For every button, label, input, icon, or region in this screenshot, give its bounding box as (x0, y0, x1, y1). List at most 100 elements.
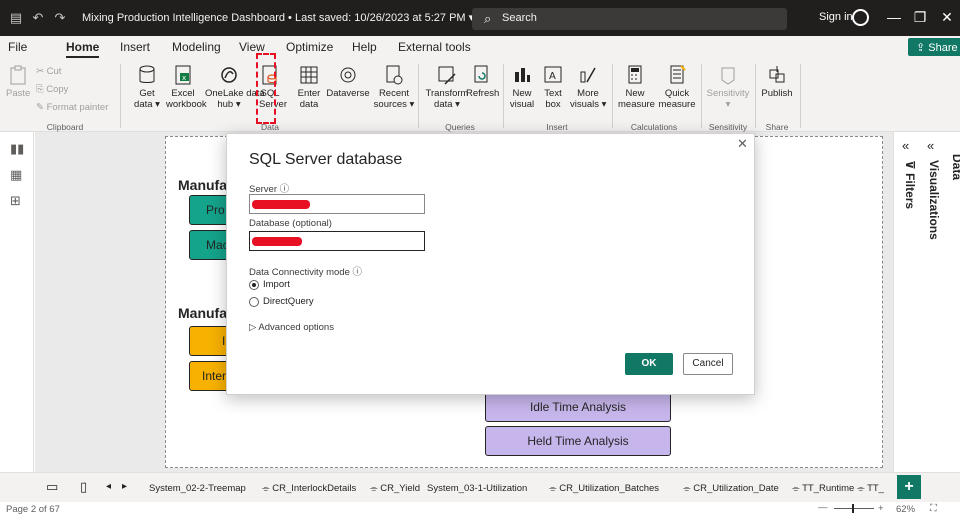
advanced-options-toggle[interactable]: ▷ Advanced options (249, 322, 334, 333)
directquery-radio[interactable] (249, 297, 259, 307)
sign-in-link[interactable]: Sign in (819, 11, 853, 23)
server-field[interactable] (249, 194, 425, 214)
share-button[interactable]: ⇪ Share (908, 38, 960, 56)
tab-view[interactable]: View (239, 40, 265, 54)
dataverse-icon (340, 67, 356, 83)
queries-group-label: Queries (445, 122, 475, 132)
recent-sources-label: Recent sources ▾ (373, 88, 415, 110)
database-icon (139, 65, 155, 83)
more-visuals-button[interactable]: More visuals ▾ (570, 64, 606, 110)
share-group-label: Share (765, 122, 789, 132)
save-icon[interactable]: ▤ (8, 10, 24, 26)
svg-text:A: A (549, 71, 556, 82)
tab-file[interactable]: File (8, 40, 27, 54)
insert-group-label: Insert (546, 122, 568, 132)
publish-button[interactable]: Publish (760, 64, 794, 99)
page-tab-label: CR_InterlockDetails (272, 483, 357, 494)
page-tab[interactable]: ⌯ TT_ (857, 483, 884, 494)
page-tab[interactable]: System_02-2-Treemap (149, 483, 246, 494)
zoom-in-icon[interactable]: + (878, 503, 884, 514)
quick-measure-icon (670, 65, 686, 84)
excel-label: Excel workbook (166, 88, 207, 110)
cancel-button[interactable]: Cancel (683, 353, 733, 375)
zoom-out-icon[interactable]: — (818, 502, 828, 513)
copy-button[interactable]: ⎘ Copy (36, 84, 68, 95)
prev-page-icon[interactable]: ◂ (106, 481, 111, 492)
fit-to-page-icon[interactable]: ⛶ (930, 503, 937, 514)
import-radio[interactable] (249, 280, 259, 290)
paste-button[interactable]: Paste (6, 64, 30, 99)
format-painter-button[interactable]: ✎ Format painter (36, 102, 108, 113)
directquery-label[interactable]: DirectQuery (263, 296, 314, 307)
page-tab[interactable]: System_03-1-Utilization (427, 483, 527, 494)
new-measure-label: New measure (618, 88, 655, 110)
tab-home[interactable]: Home (66, 40, 100, 58)
ribbon-separator (701, 64, 702, 128)
recent-sources-button[interactable]: Recent sources ▾ (372, 64, 416, 110)
get-data-button[interactable]: Get data ▾ (133, 64, 161, 110)
avatar-icon[interactable] (852, 9, 869, 26)
undo-icon[interactable]: ↶ (30, 10, 46, 26)
add-page-button[interactable]: + (897, 475, 921, 499)
next-page-icon[interactable]: ▸ (122, 481, 127, 492)
search-box[interactable]: ⌕ Search (472, 8, 787, 30)
tab-optimize[interactable]: Optimize (286, 40, 333, 54)
ribbon-separator (755, 64, 756, 128)
tab-help[interactable]: Help (352, 40, 377, 54)
tab-modeling[interactable]: Modeling (172, 40, 221, 54)
report-view-icon[interactable]: ▮▮ (10, 142, 24, 156)
redacted-database (252, 237, 302, 246)
minimize-icon[interactable]: — (884, 9, 904, 25)
page-tab[interactable]: ⌯ CR_Utilization_Batches (549, 483, 659, 494)
transform-data-button[interactable]: Transform data ▾ (424, 64, 470, 110)
more-visuals-icon (580, 67, 596, 83)
redo-icon[interactable]: ↷ (52, 10, 68, 26)
restore-icon[interactable]: ❐ (910, 9, 930, 26)
excel-button[interactable]: x Excel workbook (166, 64, 207, 110)
ok-button[interactable]: OK (625, 353, 673, 375)
zoom-slider[interactable] (834, 508, 874, 509)
close-icon[interactable]: ✕ (737, 136, 748, 152)
page-tab[interactable]: ⌯ TT_Runtime (792, 483, 854, 494)
section-title-1: Manufa (178, 177, 227, 193)
ribbon-separator (503, 64, 504, 128)
collapse-visualizations-icon[interactable]: « (927, 138, 934, 153)
database-field[interactable] (249, 231, 425, 251)
text-box-button[interactable]: A Text box (540, 64, 566, 110)
enter-data-button[interactable]: Enter data (296, 64, 322, 110)
tab-external-tools[interactable]: External tools (398, 40, 471, 54)
desktop-view-icon[interactable]: ▭ (46, 479, 58, 495)
menu-bar: File Home Insert Modeling View Optimize … (0, 36, 960, 58)
page-tab[interactable]: ⌯ CR_InterlockDetails (262, 483, 356, 494)
quick-measure-button[interactable]: Quick measure (658, 64, 696, 110)
held-time-analysis-button[interactable]: Held Time Analysis (485, 426, 671, 456)
zoom-slider-thumb[interactable] (852, 504, 854, 513)
data-pane-label[interactable]: Data (950, 154, 960, 180)
ribbon-separator (418, 64, 419, 128)
dataverse-label: Dataverse (326, 88, 370, 99)
refresh-button[interactable]: Refresh (466, 64, 499, 99)
close-window-icon[interactable]: ✕ (937, 9, 957, 26)
idle-time-analysis-button[interactable]: Idle Time Analysis (485, 392, 671, 422)
page-tab[interactable]: ⌯ CR_Yield (370, 483, 420, 494)
cut-button[interactable]: ✂ Cut (36, 66, 61, 77)
new-measure-button[interactable]: New measure (618, 64, 655, 110)
window-title[interactable]: Mixing Production Intelligence Dashboard… (82, 11, 474, 24)
new-visual-button[interactable]: New visual (508, 64, 536, 110)
collapse-filters-icon[interactable]: « (902, 138, 909, 153)
table-view-icon[interactable]: ▦ (10, 168, 24, 182)
get-data-label: Get data ▾ (134, 88, 160, 110)
dataverse-button[interactable]: Dataverse (326, 64, 370, 99)
page-tab[interactable]: ⌯ CR_Utilization_Date (683, 483, 779, 494)
import-label[interactable]: Import (263, 279, 290, 290)
ribbon: Paste ✂ Cut ⎘ Copy ✎ Format painter Clip… (0, 58, 960, 132)
sensitivity-button[interactable]: Sensitivity ▾ (706, 64, 750, 110)
onelake-button[interactable]: OneLake data hub ▾ (205, 64, 265, 110)
visualizations-pane-label[interactable]: Visualizations (927, 160, 941, 240)
model-view-icon[interactable]: ⊞ (10, 194, 24, 208)
mobile-view-icon[interactable]: ▯ (80, 479, 87, 495)
filters-pane-label[interactable]: ⊽ Filters (903, 160, 917, 209)
more-visuals-label: More visuals ▾ (570, 88, 607, 110)
tab-insert[interactable]: Insert (120, 40, 150, 54)
connectivity-mode-label: Data Connectivity mode ⓘ (249, 267, 362, 278)
